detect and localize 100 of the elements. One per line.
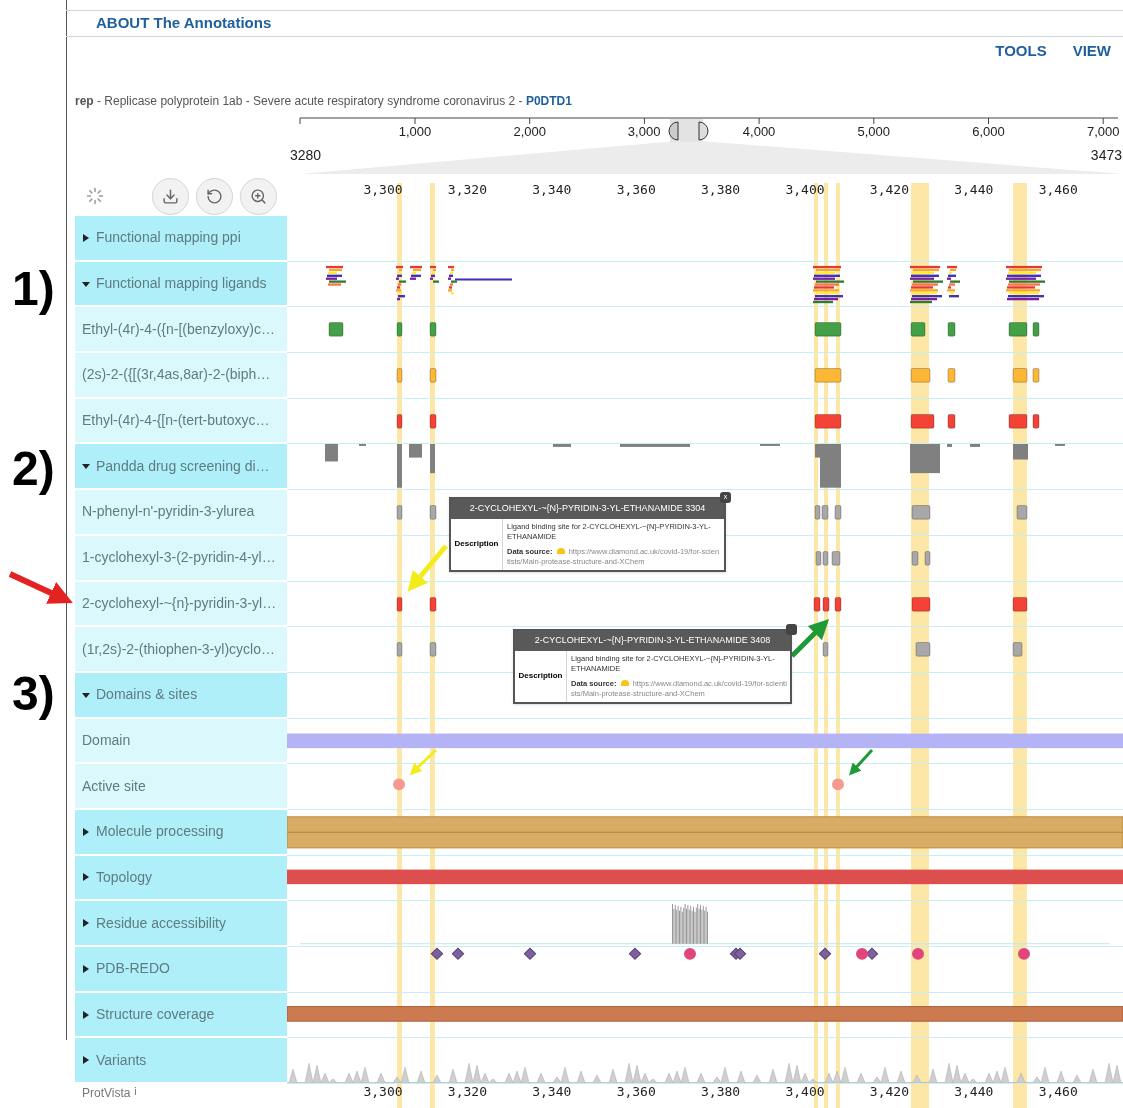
download-button[interactable] (152, 177, 189, 215)
ligand-feature[interactable] (814, 413, 842, 429)
pandda-feature[interactable] (911, 505, 931, 520)
about-link[interactable]: ABOUT The Annotations (96, 12, 272, 35)
pandda-feature[interactable] (397, 444, 402, 489)
close-button[interactable] (786, 624, 797, 635)
pandda-feature[interactable] (429, 596, 437, 612)
ligand-cluster[interactable] (396, 265, 406, 300)
pandda-feature[interactable] (660, 444, 690, 448)
category-header[interactable]: Functional mapping ligands (75, 261, 287, 308)
pandda-feature[interactable] (822, 596, 830, 612)
category-header[interactable]: PDB-REDO (75, 947, 287, 993)
pdb-redo-marker[interactable] (1018, 947, 1030, 960)
category-header[interactable]: Functional mapping ppi (75, 216, 287, 262)
pandda-feature[interactable] (834, 596, 842, 612)
ligand-feature[interactable] (1008, 413, 1028, 429)
caret-icon[interactable] (82, 1010, 90, 1019)
ligand-feature[interactable] (429, 322, 437, 337)
ligand-feature[interactable] (947, 322, 956, 337)
pandda-feature[interactable] (814, 505, 821, 520)
ligand-feature[interactable] (1032, 413, 1040, 429)
pandda-feature[interactable] (947, 444, 952, 448)
pandda-feature[interactable] (760, 444, 780, 447)
caret-icon[interactable] (82, 873, 90, 882)
ligand-cluster[interactable] (410, 265, 422, 280)
ligand-feature[interactable] (1032, 322, 1040, 337)
pdb-redo-marker[interactable] (818, 947, 832, 960)
pandda-feature[interactable] (815, 444, 820, 459)
pdb-redo-marker[interactable] (451, 947, 465, 960)
ligand-feature[interactable] (947, 413, 956, 429)
molecule-processing-bar[interactable] (287, 816, 1123, 849)
pandda-feature[interactable] (396, 596, 403, 612)
pandda-feature[interactable] (1012, 642, 1023, 657)
track-label[interactable]: 2-cyclohexyl-~{n}-pyridin-3-yl… (75, 581, 287, 628)
track-label[interactable]: Domain (75, 718, 287, 765)
pdb-redo-marker[interactable] (733, 947, 747, 960)
pandda-feature[interactable] (1055, 444, 1065, 447)
category-header[interactable]: Pandda drug screening di… (75, 444, 287, 491)
caret-icon[interactable] (82, 279, 90, 288)
pandda-feature[interactable] (813, 596, 821, 612)
category-header[interactable]: Variants (75, 1038, 287, 1085)
brush-handle[interactable] (698, 121, 709, 141)
brush-handle[interactable] (668, 121, 679, 141)
pandda-feature[interactable] (396, 642, 403, 657)
pandda-feature[interactable] (820, 444, 841, 489)
pandda-feature[interactable] (915, 642, 931, 657)
ligand-feature[interactable] (396, 368, 403, 383)
ligand-feature[interactable] (429, 368, 437, 383)
pandda-feature[interactable] (429, 505, 437, 520)
pandda-feature[interactable] (821, 505, 829, 520)
structure-coverage-bar[interactable] (287, 1005, 1123, 1022)
ligand-feature[interactable] (910, 368, 931, 383)
active-site-marker[interactable] (832, 778, 844, 791)
ligand-feature[interactable] (396, 413, 403, 429)
track-label[interactable]: N-phenyl-n'-pyridin-3-ylurea (75, 490, 287, 536)
caret-icon[interactable] (82, 233, 90, 242)
pandda-feature[interactable] (359, 444, 366, 447)
pdb-redo-marker[interactable] (912, 947, 924, 960)
pandda-feature[interactable] (910, 444, 940, 474)
pdb-redo-marker[interactable] (430, 947, 444, 960)
accession-link[interactable]: P0DTD1 (525, 94, 572, 108)
caret-icon[interactable] (82, 919, 90, 928)
category-header[interactable]: Domains & sites (75, 672, 287, 719)
active-site-marker[interactable] (393, 778, 405, 791)
ligand-feature[interactable] (1032, 368, 1040, 383)
ligand-feature[interactable] (947, 368, 956, 383)
pandda-feature[interactable] (1012, 596, 1028, 612)
pandda-feature[interactable] (620, 444, 660, 448)
pandda-feature[interactable] (822, 642, 829, 657)
pandda-feature[interactable] (831, 550, 841, 566)
ligand-feature[interactable] (910, 413, 935, 429)
category-header[interactable]: Residue accessibility (75, 901, 287, 947)
ligand-cluster[interactable] (430, 265, 439, 283)
pdb-redo-marker[interactable] (523, 947, 537, 960)
reset-button[interactable] (196, 177, 233, 215)
caret-icon[interactable] (82, 827, 90, 836)
pdb-redo-marker[interactable] (856, 947, 868, 960)
ligand-cluster[interactable] (947, 265, 960, 298)
pandda-feature[interactable] (822, 550, 829, 566)
pdb-redo-marker[interactable] (865, 947, 879, 960)
pandda-feature[interactable] (834, 505, 842, 520)
category-header[interactable]: Molecule processing (75, 809, 287, 856)
zoom-in-button[interactable] (240, 177, 277, 215)
ligand-feature[interactable] (910, 322, 926, 337)
menu-item[interactable]: TOOLS (995, 39, 1047, 63)
track-label[interactable]: Ethyl-(4r)-4-{[n-(tert-butoxyc… (75, 398, 287, 445)
ligand-feature[interactable] (1008, 322, 1028, 337)
pandda-feature[interactable] (815, 550, 822, 566)
caret-icon[interactable] (82, 964, 90, 973)
ligand-feature[interactable] (814, 322, 842, 337)
pandda-feature[interactable] (911, 596, 931, 612)
info-icon[interactable]: ℹ (133, 1085, 137, 1099)
pandda-feature[interactable] (409, 444, 422, 459)
track-label[interactable]: (2s)-2-({[(3r,4as,8ar)-2-(biph… (75, 353, 287, 399)
track-label[interactable]: (1r,2s)-2-(thiophen-3-yl)cyclo… (75, 627, 287, 673)
ligand-cluster[interactable] (1006, 265, 1045, 300)
pdb-redo-marker[interactable] (628, 947, 642, 960)
ligand-feature[interactable] (1012, 368, 1028, 383)
caret-icon[interactable] (82, 690, 90, 699)
pandda-feature[interactable] (430, 444, 435, 474)
